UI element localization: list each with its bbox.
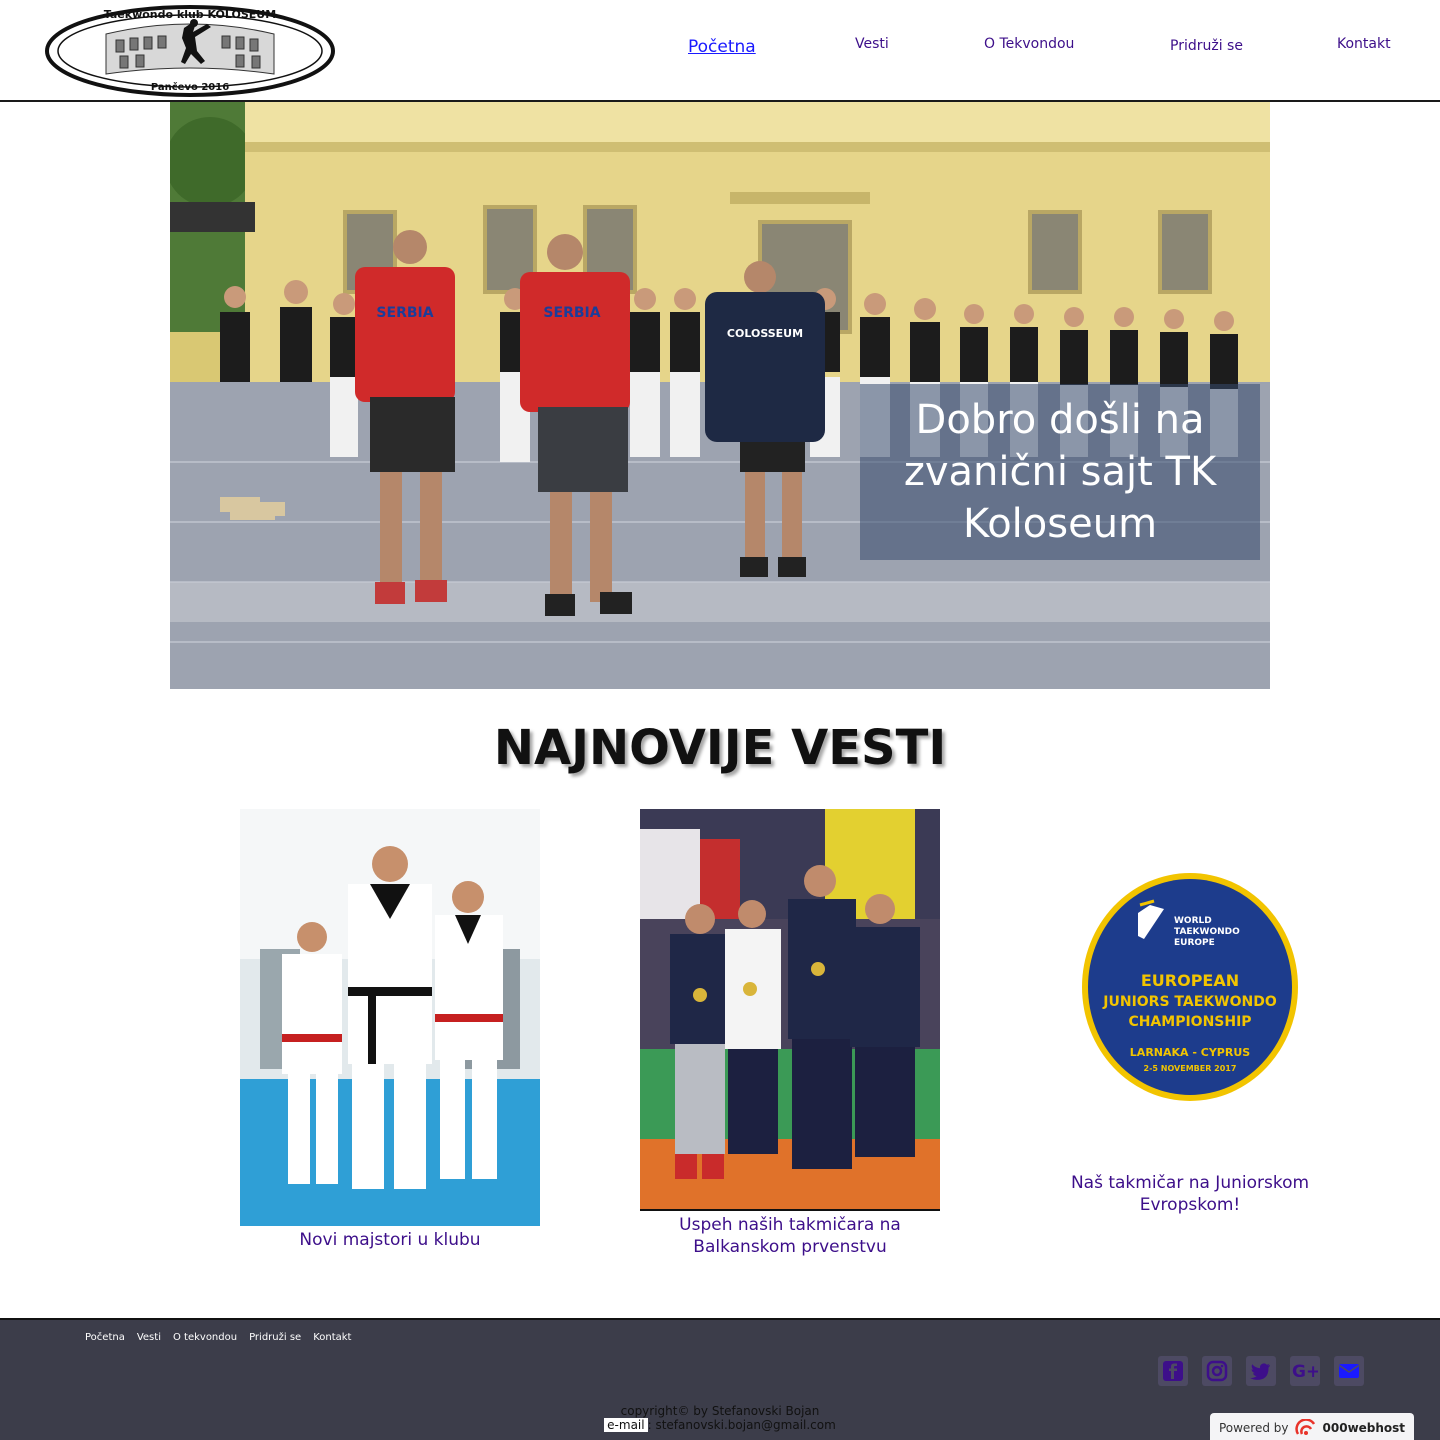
svg-text:SERBIA: SERBIA [543, 305, 600, 321]
news-caption[interactable]: Naš takmičar na Juniorskom Evropskom! [1040, 1172, 1340, 1216]
footer-nav: Početna Vesti O tekvondou Pridruži se Ko… [85, 1332, 351, 1343]
svg-text:EUROPE: EUROPE [1174, 938, 1215, 948]
welcome-text: Dobro došli na zvanični sajt TK Koloseum [903, 397, 1217, 547]
footer-nav-o-tekvondou[interactable]: O tekvondou [173, 1332, 237, 1343]
news-title: NAJNOVIJE VESTI [493, 720, 947, 776]
news-image[interactable]: WORLD TAEKWONDO EUROPE EUROPEAN JUNIORS … [1080, 871, 1300, 1103]
powered-by-badge[interactable]: Powered by 000webhost [1210, 1413, 1414, 1440]
svg-text:WORLD: WORLD [1174, 916, 1212, 926]
news-caption[interactable]: Novi majstori u klubu [240, 1229, 540, 1251]
news-card[interactable]: WORLD TAEKWONDO EUROPE EUROPEAN JUNIORS … [1040, 809, 1340, 1229]
site-footer: Početna Vesti O tekvondou Pridruži se Ko… [0, 1318, 1440, 1440]
nav-pridruzi-se[interactable]: Pridruži se [1170, 38, 1243, 54]
news-image[interactable] [640, 809, 940, 1211]
site-header: Taekwondo klub KOLOSEUM Pančevo 2016 Poč… [0, 0, 1440, 102]
email-label: e-mail [604, 1418, 648, 1432]
envelope-icon[interactable] [1334, 1356, 1364, 1386]
footer-nav-pridruzi-se[interactable]: Pridruži se [249, 1332, 301, 1343]
svg-text:TAEKWONDO: TAEKWONDO [1174, 927, 1240, 937]
footer-nav-vesti[interactable]: Vesti [137, 1332, 161, 1343]
svg-text:G+: G+ [1292, 1362, 1318, 1382]
hero-banner: SERBIA SERBIA COLOSSEUM Dobro došli na z… [170, 102, 1270, 689]
host-name: 000webhost [1322, 1420, 1406, 1435]
nav-pocetna[interactable]: Početna [688, 37, 756, 57]
instagram-icon[interactable] [1202, 1356, 1232, 1386]
svg-text:EUROPEAN: EUROPEAN [1141, 971, 1239, 990]
footer-nav-pocetna[interactable]: Početna [85, 1332, 125, 1343]
nav-o-tekvondou[interactable]: O Tekvondou [984, 36, 1074, 52]
google-plus-icon[interactable]: G+ [1290, 1356, 1320, 1386]
powered-by-text: Powered by [1218, 1420, 1289, 1435]
nav-vesti[interactable]: Vesti [855, 36, 889, 52]
svg-text:SERBIA: SERBIA [376, 305, 433, 321]
main-nav: Početna Vesti O Tekvondou Pridruži se Ko… [0, 0, 1440, 100]
svg-text:LARNAKA - CYPRUS: LARNAKA - CYPRUS [1130, 1046, 1250, 1059]
news-caption[interactable]: Uspeh naših takmičara na Balkanskom prve… [640, 1214, 940, 1258]
svg-text:COLOSSEUM: COLOSSEUM [727, 327, 803, 340]
email-address[interactable]: : stefanovski.bojan@gmail.com [648, 1418, 836, 1432]
footer-nav-kontakt[interactable]: Kontakt [313, 1332, 351, 1343]
news-card[interactable]: Novi majstori u klubu [240, 809, 540, 1259]
welcome-box: Dobro došli na zvanični sajt TK Koloseum [860, 384, 1260, 560]
social-links: G+ [1158, 1356, 1364, 1386]
svg-text:JUNIORS TAEKWONDO: JUNIORS TAEKWONDO [1102, 994, 1277, 1010]
nav-kontakt[interactable]: Kontakt [1337, 36, 1391, 52]
svg-text:2-5 NOVEMBER 2017: 2-5 NOVEMBER 2017 [1144, 1064, 1237, 1073]
twitter-icon[interactable] [1246, 1356, 1276, 1386]
news-image[interactable] [240, 809, 540, 1226]
facebook-icon[interactable] [1158, 1356, 1188, 1386]
news-card[interactable]: Uspeh naših takmičara na Balkanskom prve… [640, 809, 940, 1269]
webhost-logo-icon [1294, 1418, 1315, 1435]
svg-text:CHAMPIONSHIP: CHAMPIONSHIP [1128, 1014, 1251, 1030]
